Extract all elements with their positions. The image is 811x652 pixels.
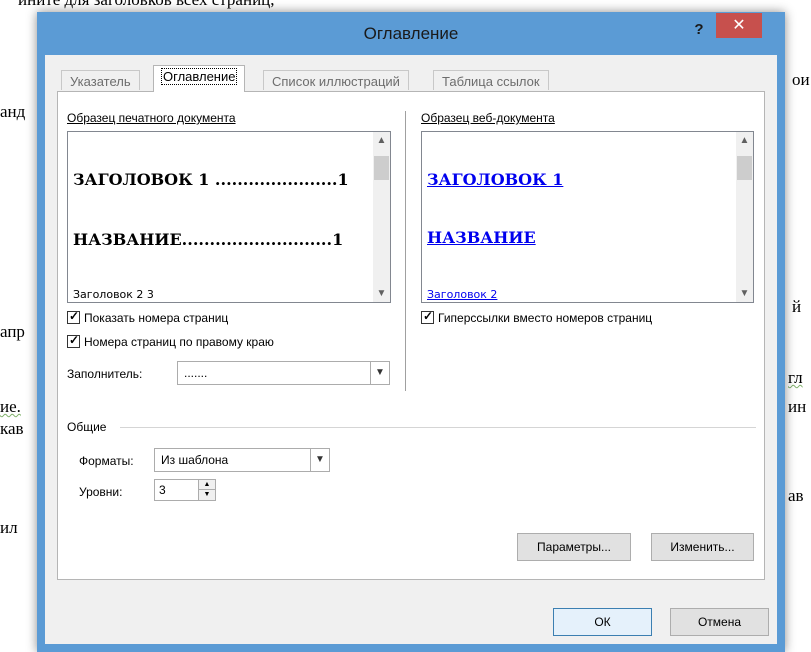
- tab-table-of-figures[interactable]: Список иллюстраций: [263, 70, 409, 90]
- checkmark-icon: ✓: [423, 309, 434, 323]
- tab-leader-label: Заполнитель:: [67, 367, 143, 381]
- chevron-up-icon[interactable]: ▲: [736, 132, 753, 149]
- formats-value: Из шаблона: [161, 453, 229, 467]
- doc-text-left-5: ил: [0, 518, 18, 537]
- web-preview-heading-2-link[interactable]: Заголовок 2: [427, 288, 497, 301]
- formats-label: Форматы:: [79, 454, 134, 468]
- doc-text-left-1: анд: [0, 102, 26, 121]
- checkbox-box[interactable]: ✓: [67, 333, 80, 348]
- spin-up-icon[interactable]: ▲: [199, 480, 215, 490]
- modify-button[interactable]: Изменить...: [651, 533, 754, 561]
- levels-label: Уровни:: [79, 485, 123, 499]
- print-preview-label: Образец печатного документа: [67, 111, 236, 125]
- doc-text-right-5: ав: [788, 486, 804, 505]
- doc-text-right-4: ин: [788, 397, 807, 416]
- scrollbar-thumb[interactable]: [737, 156, 752, 180]
- toc-tab-panel: Образец печатного документа ЗАГОЛОВОК 1 …: [57, 91, 765, 580]
- print-preview-caption: НАЗВАНИЕ...........................1: [73, 230, 344, 249]
- spin-down-icon[interactable]: ▼: [199, 490, 215, 500]
- tab-toc-label: Оглавление: [160, 68, 238, 85]
- tab-figures-label: Список иллюстраций: [272, 74, 400, 89]
- tab-authorities-label: Таблица ссылок: [442, 74, 540, 89]
- general-group-label: Общие: [67, 420, 107, 434]
- checkbox-box[interactable]: ✓: [421, 309, 434, 324]
- doc-text-right-3: гл: [788, 368, 803, 387]
- doc-text-left-3: ие.: [0, 397, 21, 416]
- close-icon: ✕: [732, 17, 746, 34]
- chevron-down-icon[interactable]: ▼: [373, 285, 390, 302]
- doc-text-right-1: ои: [792, 70, 810, 89]
- web-preview-scrollbar[interactable]: ▲ ▼: [736, 132, 753, 302]
- web-preview-box[interactable]: ЗАГОЛОВОК 1 НАЗВАНИЕ Заголовок 2 ▲ ▼: [421, 131, 754, 303]
- tab-leader-value: .......: [184, 366, 208, 380]
- dialog-titlebar[interactable]: Оглавление ? ✕: [37, 12, 785, 55]
- general-group-line: [120, 427, 756, 428]
- tab-index[interactable]: Указатель: [61, 70, 140, 90]
- print-preview-scrollbar[interactable]: ▲ ▼: [373, 132, 390, 302]
- doc-text-top: ините для заголовков всех страниц,: [18, 0, 275, 10]
- doc-text-right-2: й: [792, 297, 802, 316]
- options-button[interactable]: Параметры...: [517, 533, 631, 561]
- cancel-button[interactable]: Отмена: [670, 608, 769, 636]
- show-page-numbers-checkbox[interactable]: ✓ Показать номера страниц: [67, 309, 229, 325]
- toc-dialog: Оглавление ? ✕ Указатель Оглавление Спис…: [37, 12, 785, 652]
- help-button[interactable]: ?: [688, 19, 710, 41]
- checkmark-icon: ✓: [69, 333, 80, 347]
- right-align-checkbox[interactable]: ✓ Номера страниц по правому краю: [67, 333, 274, 349]
- scrollbar-thumb[interactable]: [374, 156, 389, 180]
- levels-spin-buttons[interactable]: ▲ ▼: [198, 480, 215, 500]
- section-divider: [405, 111, 406, 391]
- web-preview-label: Образец веб-документа: [421, 111, 555, 125]
- print-preview-heading-1: ЗАГОЛОВОК 1 ......................1: [73, 170, 349, 189]
- chevron-down-icon[interactable]: ▼: [310, 449, 329, 471]
- close-button[interactable]: ✕: [716, 13, 762, 38]
- tab-leader-select[interactable]: ....... ▼: [177, 361, 390, 385]
- web-preview-caption-link[interactable]: НАЗВАНИЕ: [427, 228, 536, 247]
- tab-toc[interactable]: Оглавление: [153, 65, 246, 92]
- use-hyperlinks-label: Гиперссылки вместо номеров страниц: [438, 311, 653, 325]
- tab-index-label: Указатель: [70, 74, 131, 89]
- web-preview-heading-1-link[interactable]: ЗАГОЛОВОК 1: [427, 170, 563, 189]
- levels-value: 3: [159, 483, 166, 497]
- chevron-down-icon[interactable]: ▼: [736, 285, 753, 302]
- chevron-up-icon[interactable]: ▲: [373, 132, 390, 149]
- checkbox-box[interactable]: ✓: [67, 309, 80, 324]
- print-preview-heading-2: Заголовок 2 3: [73, 288, 154, 301]
- chevron-down-icon[interactable]: ▼: [370, 362, 389, 384]
- tab-table-of-authorities[interactable]: Таблица ссылок: [433, 70, 549, 90]
- dialog-body: Указатель Оглавление Список иллюстраций …: [45, 55, 777, 644]
- print-preview-box[interactable]: ЗАГОЛОВОК 1 ......................1 НАЗВ…: [67, 131, 391, 303]
- doc-text-left-2: апр: [0, 322, 25, 341]
- dialog-title: Оглавление: [363, 24, 459, 43]
- right-align-label: Номера страниц по правому краю: [84, 335, 274, 349]
- show-page-numbers-label: Показать номера страниц: [84, 311, 229, 325]
- ok-button[interactable]: ОК: [553, 608, 652, 636]
- formats-select[interactable]: Из шаблона ▼: [154, 448, 330, 472]
- use-hyperlinks-checkbox[interactable]: ✓ Гиперссылки вместо номеров страниц: [421, 309, 653, 325]
- checkmark-icon: ✓: [69, 309, 80, 323]
- doc-text-left-4: кав: [0, 419, 24, 438]
- levels-spinner[interactable]: 3 ▲ ▼: [154, 479, 216, 501]
